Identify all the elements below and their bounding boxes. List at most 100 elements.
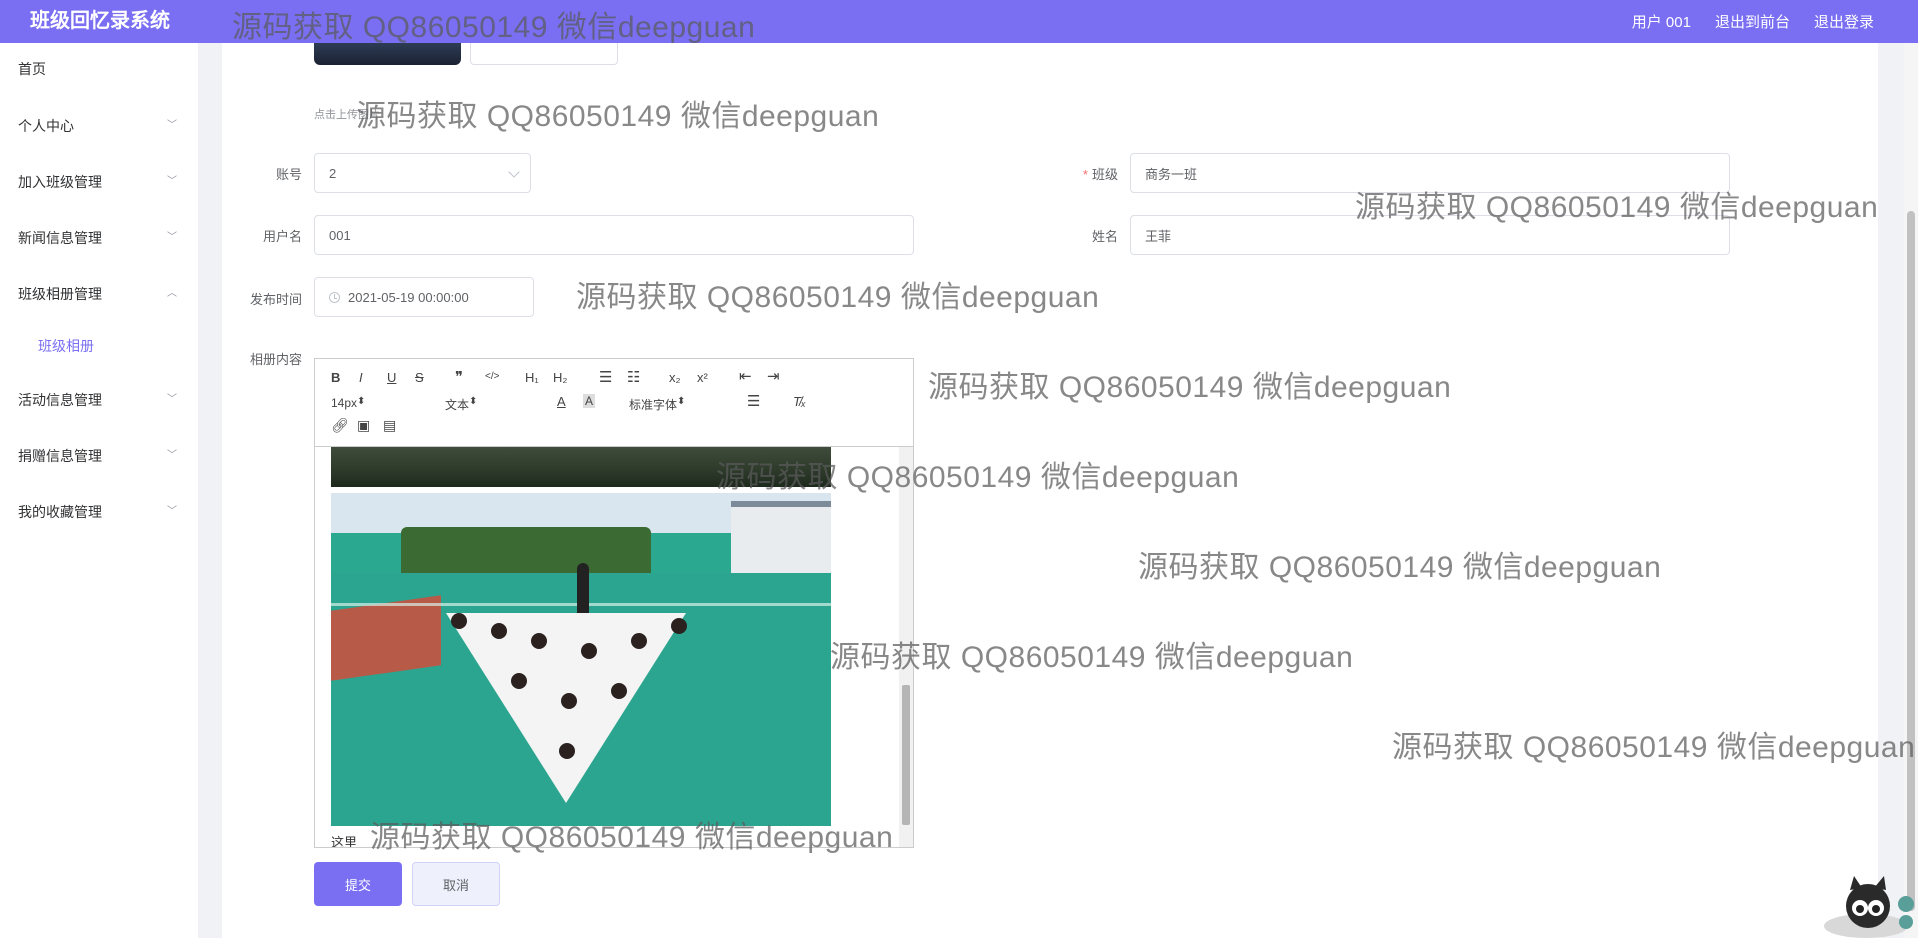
chevron-up-icon: ︿	[167, 288, 177, 299]
clear-format-icon[interactable]: T̸ₓ	[793, 394, 806, 409]
album-content-label: 相册内容	[249, 352, 302, 367]
publish-time-value: 2021-05-19 00:00:00	[348, 289, 469, 305]
content-image-top	[331, 447, 831, 487]
submit-button[interactable]: 提交	[314, 862, 402, 906]
ordered-list-icon[interactable]: ☰	[599, 368, 612, 386]
header-2-icon[interactable]: H₂	[553, 370, 567, 385]
sidebar-item-label: 首页	[18, 61, 46, 77]
photo-kid	[581, 643, 597, 659]
sidebar-item-label: 新闻信息管理	[18, 230, 102, 246]
image-icon[interactable]: ▣	[357, 417, 370, 434]
photo-kid	[631, 633, 647, 649]
page-scrollbar[interactable]	[1904, 43, 1918, 938]
photo-kid	[561, 693, 577, 709]
link-icon[interactable]: 🔗︎	[331, 417, 349, 434]
chevron-down-icon: ﹀	[167, 394, 177, 405]
sidebar-item-label: 个人中心	[18, 118, 74, 134]
top-actions: 用户 001 退出到前台 退出登录	[1632, 0, 1874, 43]
uploaded-image-thumbnail[interactable]	[314, 43, 461, 65]
superscript-icon[interactable]: x²	[697, 370, 708, 385]
editor-scrollbar-thumb[interactable]	[902, 685, 910, 825]
sidebar-item-label: 班级相册管理	[18, 286, 102, 302]
chevron-down-icon: ﹀	[167, 450, 177, 461]
align-icon[interactable]: ☰	[747, 392, 760, 410]
background-color-icon[interactable]: A	[583, 394, 596, 408]
cat-mascot-icon	[1824, 876, 1914, 938]
sidebar-item-class-album[interactable]: 班级相册	[0, 326, 199, 366]
chevron-down-icon: ﹀	[167, 506, 177, 517]
sidebar-item-album-management[interactable]: 班级相册管理 ︿	[0, 274, 199, 314]
publish-time-label: 发布时间	[249, 292, 302, 307]
photo-kid	[491, 623, 507, 639]
name-label: 姓名	[1091, 229, 1118, 244]
clock-icon	[329, 291, 340, 303]
paragraph-value: 文本	[445, 398, 470, 412]
photo-kid	[451, 613, 467, 629]
class-label: * 班级	[1040, 164, 1118, 183]
chevron-down-icon: ﹀	[167, 232, 177, 243]
photo-kid	[671, 618, 687, 634]
photo-kid	[611, 683, 627, 699]
header-1-icon[interactable]: H₁	[525, 370, 539, 385]
sidebar-item-activities[interactable]: 活动信息管理 ﹀	[0, 380, 199, 420]
name-value: 王菲	[1145, 228, 1172, 244]
account-select[interactable]: 2	[314, 153, 531, 193]
photo-kid	[511, 673, 527, 689]
outdent-icon[interactable]: ⇤	[739, 367, 752, 385]
user-menu[interactable]: 用户 001	[1632, 11, 1691, 32]
username-input[interactable]: 001	[314, 215, 914, 255]
rich-text-editor[interactable]: B I U S ❞ </> H₁ H₂ ☰ ☷ x₂ x² ⇤ ⇥ 14px 文…	[314, 358, 914, 848]
class-input[interactable]: 商务一班	[1130, 153, 1730, 193]
code-icon[interactable]: </>	[485, 371, 499, 382]
font-family-value: 标准字体	[629, 398, 678, 412]
logout-link[interactable]: 退出登录	[1814, 11, 1874, 32]
sidebar-item-news[interactable]: 新闻信息管理 ﹀	[0, 218, 199, 258]
sidebar-item-label: 班级相册	[38, 338, 94, 354]
font-size-value: 14px	[331, 396, 358, 410]
sidebar-item-join-class[interactable]: 加入班级管理 ﹀	[0, 162, 199, 202]
italic-icon[interactable]: I	[359, 370, 363, 385]
photo-kid	[531, 633, 547, 649]
font-family-select[interactable]: 标准字体	[629, 396, 719, 413]
sidebar: 首页 个人中心 ﹀ 加入班级管理 ﹀ 新闻信息管理 ﹀ 班级相册管理 ︿ 班级相…	[0, 43, 199, 938]
upload-tip: 点击上传图片	[314, 109, 380, 121]
back-to-front-link[interactable]: 退出到前台	[1715, 11, 1790, 32]
blockquote-icon[interactable]: ❞	[455, 368, 463, 386]
indent-icon[interactable]: ⇥	[767, 367, 780, 385]
editor-content[interactable]: 这里	[315, 447, 899, 847]
video-icon[interactable]: ▤	[383, 417, 396, 434]
font-size-select[interactable]: 14px	[331, 396, 415, 410]
editor-scrollbar[interactable]	[899, 447, 913, 847]
photo-hedge	[401, 527, 651, 573]
subscript-icon[interactable]: x₂	[669, 370, 681, 385]
class-label-text: 班级	[1091, 167, 1118, 182]
content-image-class-photo	[331, 493, 831, 826]
sidebar-item-home[interactable]: 首页	[0, 49, 199, 89]
chevron-down-icon	[508, 166, 520, 178]
name-input[interactable]: 王菲	[1130, 215, 1730, 255]
top-bar: 班级回忆录系统 用户 001 退出到前台 退出登录	[0, 0, 1918, 43]
username-value: 001	[329, 227, 351, 243]
sidebar-item-label: 活动信息管理	[18, 392, 102, 408]
font-color-icon[interactable]: A	[557, 394, 566, 409]
required-mark: *	[1082, 167, 1088, 182]
sidebar-item-label: 加入班级管理	[18, 174, 102, 190]
sidebar-item-donations[interactable]: 捐赠信息管理 ﹀	[0, 436, 199, 476]
editor-text: 这里	[331, 835, 358, 847]
sidebar-item-favorites[interactable]: 我的收藏管理 ﹀	[0, 492, 199, 532]
upload-box[interactable]	[470, 43, 618, 65]
underline-icon[interactable]: U	[387, 370, 396, 385]
chevron-down-icon: ﹀	[167, 120, 177, 131]
cancel-button[interactable]: 取消	[412, 862, 500, 906]
strikethrough-icon[interactable]: S	[415, 370, 424, 385]
sidebar-item-profile[interactable]: 个人中心 ﹀	[0, 106, 199, 146]
bullet-list-icon[interactable]: ☷	[627, 368, 640, 386]
username-label: 用户名	[262, 229, 302, 244]
account-value: 2	[329, 165, 337, 181]
sidebar-item-label: 捐赠信息管理	[18, 448, 102, 464]
paragraph-select[interactable]: 文本	[445, 396, 529, 413]
sidebar-item-label: 我的收藏管理	[18, 504, 102, 520]
page-scrollbar-thumb[interactable]	[1907, 211, 1915, 911]
bold-icon[interactable]: B	[331, 370, 340, 385]
publish-time-picker[interactable]: 2021-05-19 00:00:00	[314, 277, 534, 317]
